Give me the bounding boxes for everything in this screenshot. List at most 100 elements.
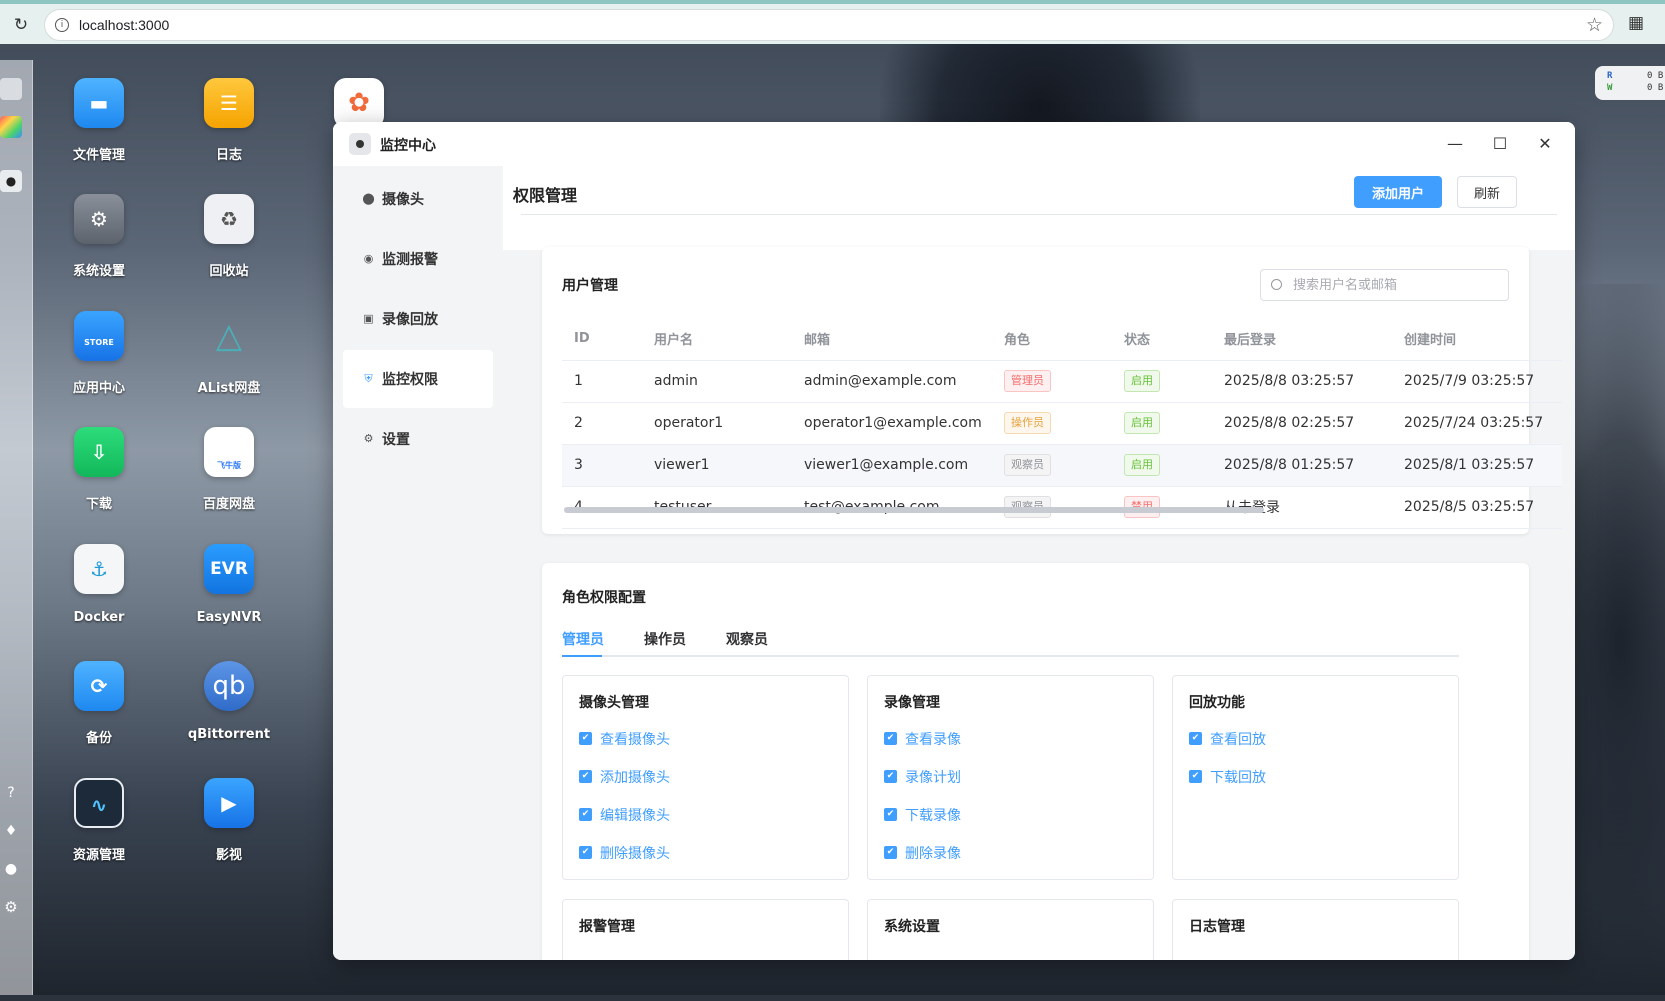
cell-id: 1 [562, 360, 642, 403]
monitor-icon[interactable] [0, 78, 22, 100]
desktop-icon-label: 应用中心 [72, 381, 125, 396]
desktop-icon-label: qBittorrent [187, 727, 271, 742]
header-divider [521, 214, 1557, 215]
tab-admin[interactable]: 管理员 [562, 629, 604, 649]
permission-label: 查看回放 [1210, 732, 1266, 748]
sidebar-item-permissions[interactable]: ⛨ 监控权限 [343, 350, 493, 408]
sidebar-item-playback[interactable]: ▣ 录像回放 [343, 290, 493, 348]
photos-flower-icon: ✿ [334, 78, 384, 128]
broadcast-icon: ◉ [363, 252, 374, 265]
sidebar-item-label: 摄像头 [382, 192, 424, 208]
cell-created: 2025/7/9 03:25:57 [1392, 360, 1562, 403]
extensions-icon[interactable]: ▦ [1628, 13, 1644, 33]
refresh-button[interactable]: 刷新 [1457, 176, 1517, 208]
video-play-icon: ▶ [204, 778, 254, 828]
permission-group: 回放功能 ✔ 查看回放 ✔ 下载回放 [1172, 675, 1459, 880]
desktop-icon-backup[interactable]: ⟳ 备份 [39, 661, 159, 746]
apps-grid-icon[interactable] [0, 116, 22, 138]
permission-group: 报警管理 [562, 899, 849, 960]
add-user-button[interactable]: 添加用户 [1354, 176, 1442, 208]
log-list-icon: ☰ [204, 78, 254, 128]
sidebar-item-settings[interactable]: ⚙ 设置 [343, 410, 493, 468]
permission-group: 录像管理 ✔ 查看录像 ✔ 录像计划 ✔ 下载录像 ✔ 删除录像 [867, 675, 1154, 880]
search-input[interactable] [1260, 269, 1509, 301]
easynvr-icon: EVR [204, 544, 254, 594]
desktop-icon-qbittorrent[interactable]: qb qBittorrent [169, 661, 289, 742]
url-text[interactable]: localhost:3000 [79, 17, 169, 33]
checkbox-checked-icon[interactable]: ✔ [579, 770, 592, 783]
column-header: ID [562, 317, 642, 361]
desktop-icon-download[interactable]: ⇩ 下载 [39, 427, 159, 512]
address-bar[interactable]: i localhost:3000 ☆ [44, 9, 1614, 41]
checkbox-checked-icon[interactable]: ✔ [884, 732, 897, 745]
cell-created: 2025/7/24 03:25:57 [1392, 402, 1562, 445]
camera-icon: ⬤ [362, 192, 375, 205]
close-icon[interactable]: ✕ [1533, 132, 1557, 156]
read-value: 0 B [1647, 71, 1664, 81]
desktop-icon-easynvr[interactable]: EVR EasyNVR [169, 544, 289, 625]
checkbox-checked-icon[interactable]: ✔ [884, 846, 897, 859]
checkbox-checked-icon[interactable]: ✔ [579, 846, 592, 859]
bookmark-star-icon[interactable]: ☆ [1586, 14, 1603, 36]
checkbox-checked-icon[interactable]: ✔ [579, 808, 592, 821]
desktop-icon-video[interactable]: ▶ 影视 [169, 778, 289, 863]
camera-app-icon[interactable]: ● [0, 170, 22, 192]
cell-status: 启用 [1112, 402, 1212, 445]
horizontal-scrollbar[interactable] [564, 507, 1264, 513]
permission-label: 查看录像 [905, 732, 961, 748]
desktop-icon-resource-manager[interactable]: ∿ 资源管理 [39, 778, 159, 863]
desktop-icon-label: 百度网盘 [202, 497, 255, 512]
checkbox-checked-icon[interactable]: ✔ [884, 808, 897, 821]
permission-label: 删除摄像头 [600, 846, 670, 862]
desktop-icon-file-manager[interactable]: ▬ 文件管理 [39, 78, 159, 163]
bell-icon[interactable]: ♦ [0, 820, 22, 842]
desktop-icon-photos[interactable]: ✿ [299, 78, 419, 128]
window-title: 监控中心 [380, 138, 436, 154]
help-icon[interactable]: ? [0, 782, 22, 804]
checkbox-checked-icon[interactable]: ✔ [1189, 732, 1202, 745]
table-row[interactable]: 1 admin admin@example.com 管理员 启用 2025/8/8 03:… [562, 360, 1562, 403]
checkbox-checked-icon[interactable]: ✔ [1189, 770, 1202, 783]
table-row[interactable]: 2 operator1 operator1@example.com 操作员 启用 2025… [562, 402, 1562, 445]
maximize-icon[interactable]: ☐ [1488, 132, 1512, 156]
desktop-icon-label: 影视 [215, 848, 242, 863]
desktop-icon-alist[interactable]: △ AList网盘 [169, 311, 289, 396]
desktop-icon-logs[interactable]: ☰ 日志 [169, 78, 289, 163]
sidebar-item-alarms[interactable]: ◉ 监测报警 [343, 230, 493, 288]
user-icon[interactable]: ● [0, 858, 22, 880]
user-management-card: 用户管理 ID用户名邮箱角色状态最后登录创建时间 1adminadmin@exa… [542, 247, 1562, 534]
desktop-icon-recycle-bin[interactable]: ♻ 回收站 [169, 194, 289, 279]
sidebar-item-label: 录像回放 [382, 312, 438, 328]
permission-label: 编辑摄像头 [600, 808, 670, 824]
cell-id: 3 [562, 444, 642, 487]
tab-viewer[interactable]: 观察员 [726, 629, 768, 649]
desktop-icon-app-center[interactable]: STORE 应用中心 [39, 311, 159, 396]
search-field[interactable] [1293, 275, 1498, 295]
sidebar-item-label: 设置 [382, 432, 410, 448]
table-row[interactable]: 3 viewer1 viewer1@example.com 观察员 启用 2025/8/8… [562, 444, 1562, 487]
card-title: 角色权限配置 [562, 590, 646, 606]
side-dock: ● ? ♦ ● ⚙ [0, 60, 33, 995]
baidu-cloud-icon: 飞牛版 [204, 427, 254, 477]
write-label: W [1607, 83, 1613, 93]
checkbox-checked-icon[interactable]: ✔ [579, 732, 592, 745]
site-info-icon[interactable]: i [55, 18, 69, 32]
main-content: 权限管理 添加用户 刷新 用户管理 ID用户名邮箱角色状态最后登录创建时间 1a… [503, 166, 1575, 960]
checkbox-checked-icon[interactable]: ✔ [884, 770, 897, 783]
desktop-icon-baidu-netdisk[interactable]: 飞牛版 百度网盘 [169, 427, 289, 512]
window-titlebar[interactable]: 监控中心 — ☐ ✕ [333, 122, 1575, 166]
sidebar-item-cameras[interactable]: ⬤ 摄像头 [343, 170, 493, 228]
permission-label: 删除录像 [905, 846, 961, 862]
permission-group: 摄像头管理 ✔ 查看摄像头 ✔ 添加摄像头 ✔ 编辑摄像头 ✔ 删除摄像头 [562, 675, 849, 880]
desktop-icon-system-settings[interactable]: ⚙ 系统设置 [39, 194, 159, 279]
cell-email: viewer1@example.com [792, 444, 992, 487]
minimize-icon[interactable]: — [1443, 132, 1467, 156]
desktop-icon-docker[interactable]: ⚓ Docker [39, 544, 159, 625]
permission-group: 系统设置 [867, 899, 1154, 960]
permission-group-title: 回放功能 [1189, 695, 1245, 711]
reload-icon[interactable]: ↻ [10, 14, 32, 36]
tab-operator[interactable]: 操作员 [644, 629, 686, 649]
role-permissions-card: 角色权限配置 管理员 操作员 观察员 摄像头管理 ✔ 查看摄像头 ✔ 添加摄像头 ✔ 编辑摄… [542, 563, 1529, 960]
cell-id: 2 [562, 402, 642, 445]
gear-icon[interactable]: ⚙ [0, 896, 22, 918]
